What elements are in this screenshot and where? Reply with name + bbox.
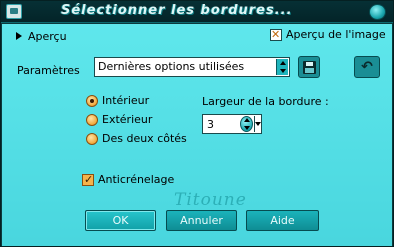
close-button[interactable] [369,4,386,20]
expand-triangle-icon[interactable] [16,32,22,40]
cancel-button[interactable]: Annuler [166,210,237,231]
reset-button[interactable]: ↶ [354,56,380,78]
dialog-title: Sélectionner les bordures... [61,3,293,18]
spin-arrows-icon[interactable] [240,116,253,132]
radio-interieur[interactable] [86,94,98,107]
apercu-image-checkbox[interactable] [270,28,282,41]
anticrenelage-checkbox-row[interactable]: Anticrénelage [82,173,174,186]
apercu-image-label: Aperçu de l'image [286,28,386,41]
app-menu-icon[interactable] [6,4,22,19]
preset-spin-arrows-icon[interactable] [276,59,288,75]
preset-select[interactable]: Dernières options utilisées [94,57,290,77]
apercu-image-checkbox-row[interactable]: Aperçu de l'image [270,28,386,41]
dropdown-arrow-icon[interactable] [254,116,261,132]
help-button[interactable]: Aide [246,210,319,231]
apercu-label: Aperçu [28,29,67,43]
radio-deux-cotes[interactable] [86,132,98,145]
title-bar[interactable]: Sélectionner les bordures... [1,1,393,23]
largeur-label: Largeur de la bordure : [202,95,329,108]
floppy-disk-icon [303,61,316,74]
largeur-value[interactable]: 3 [207,118,214,131]
ok-button[interactable]: OK [85,210,156,231]
radio-exterieur-row[interactable]: Extérieur [86,113,152,126]
largeur-spinbox[interactable]: 3 [202,114,262,134]
anticrenelage-label: Anticrénelage [98,173,175,186]
dialog-panel: Aperçu Aperçu de l'image Paramètres Dern… [2,24,392,246]
dialog-window: Sélectionner les bordures... Aperçu Aper… [0,0,394,247]
apercu-toggle[interactable]: Aperçu [16,28,67,44]
radio-exterieur-label: Extérieur [102,113,153,126]
radio-exterieur[interactable] [86,113,98,126]
radio-deux-cotes-label: Des deux côtés [102,132,187,145]
radio-interieur-row[interactable]: Intérieur [86,94,149,107]
preset-select-value: Dernières options utilisées [98,60,245,73]
parametres-label: Paramètres [17,64,80,77]
reset-arrow-icon: ↶ [361,59,373,75]
radio-interieur-label: Intérieur [102,94,150,107]
watermark-signature: Titoune [174,190,247,210]
save-preset-button[interactable] [298,56,320,78]
radio-deux-cotes-row[interactable]: Des deux côtés [86,132,187,145]
anticrenelage-checkbox[interactable] [82,173,94,186]
